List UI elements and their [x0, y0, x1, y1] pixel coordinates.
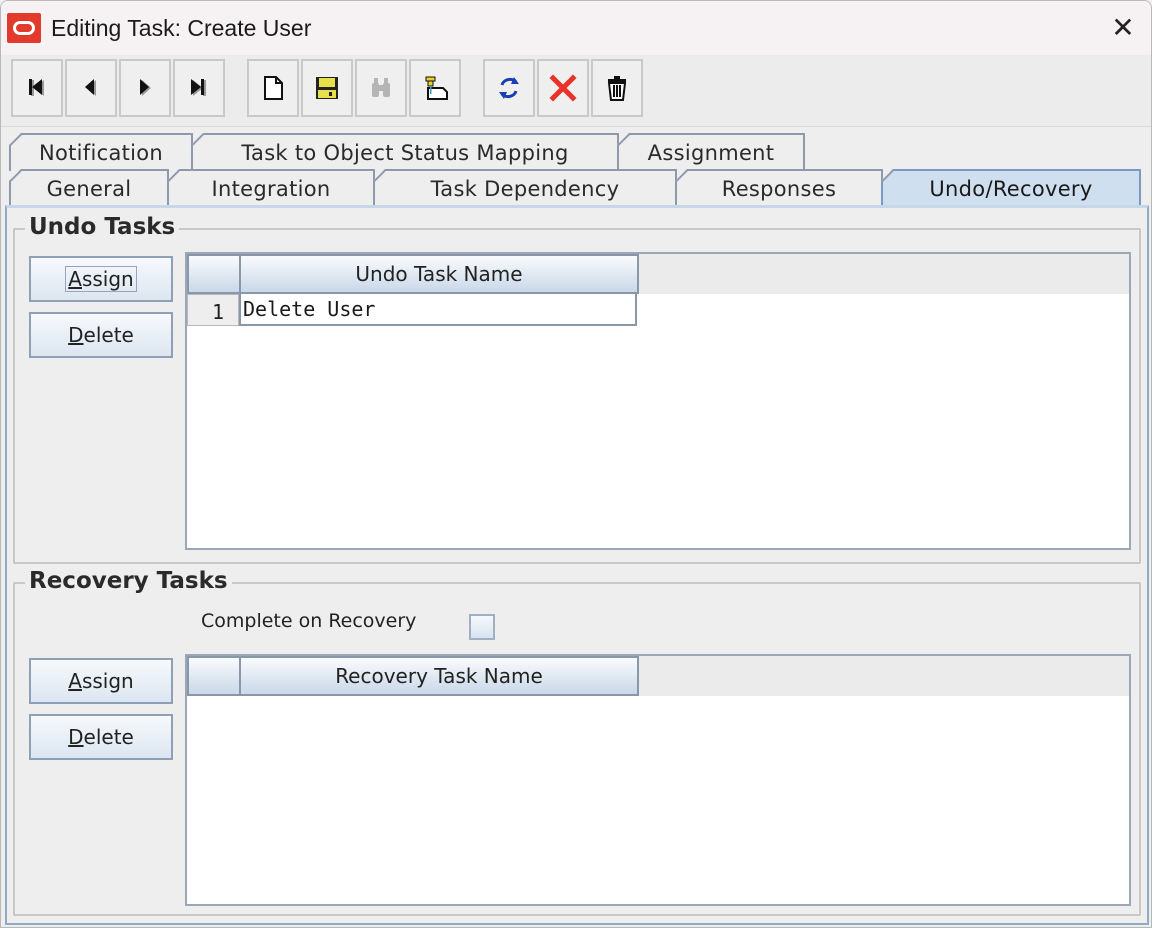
tab-responses[interactable]: Responses [675, 169, 883, 207]
recovery-assign-label: Assign [68, 669, 133, 693]
next-arrow-icon [140, 79, 151, 96]
cancel-button[interactable] [537, 59, 589, 117]
undo-assign-label: Assign [65, 266, 137, 292]
last-record-button[interactable] [173, 59, 225, 117]
row-number-header[interactable] [187, 656, 241, 696]
tab-task-dependency[interactable]: Task Dependency [373, 169, 677, 207]
recovery-tasks-group: Recovery Tasks Complete on Recovery Assi… [13, 568, 1141, 916]
delete-label-rest: elete [83, 323, 134, 347]
undo-tasks-group: Undo Tasks Assign Delete Undo Task Name … [13, 214, 1141, 564]
assign-button[interactable] [409, 59, 461, 117]
row-number-header[interactable] [187, 254, 241, 294]
delete-label-rest: elete [83, 725, 134, 749]
previous-record-button[interactable] [65, 59, 117, 117]
complete-on-recovery-checkbox[interactable] [469, 614, 495, 640]
skip-to-last-icon [191, 79, 206, 96]
row-number: 1 [187, 294, 239, 326]
red-x-icon [549, 74, 577, 102]
tab-general[interactable]: General [9, 169, 169, 207]
title-bar: Editing Task: Create User ✕ [1, 1, 1151, 55]
undo-task-name-cell[interactable]: Delete User [239, 294, 637, 326]
undo-recovery-panel: Undo Tasks Assign Delete Undo Task Name … [5, 205, 1149, 925]
undo-delete-label: Delete [68, 323, 134, 347]
close-icon: ✕ [1111, 10, 1135, 44]
first-record-button[interactable] [11, 59, 63, 117]
recovery-tasks-title: Recovery Tasks [25, 568, 232, 594]
mnemonic-d: D [68, 725, 84, 749]
recovery-delete-label: Delete [68, 725, 134, 749]
table-header: Recovery Task Name [187, 656, 1129, 696]
save-button[interactable] [301, 59, 353, 117]
toolbar [1, 55, 1151, 127]
oracle-logo-icon [7, 13, 41, 43]
find-button[interactable] [355, 59, 407, 117]
complete-on-recovery-label: Complete on Recovery [201, 610, 417, 632]
delete-button[interactable] [591, 59, 643, 117]
mnemonic-d: D [68, 323, 84, 347]
next-record-button[interactable] [119, 59, 171, 117]
undo-delete-button[interactable]: Delete [29, 312, 173, 358]
window-title: Editing Task: Create User [51, 15, 312, 41]
binoculars-icon [372, 78, 390, 97]
table-header: Undo Task Name [187, 254, 1129, 294]
new-document-icon [264, 76, 283, 100]
assign-label-rest: ssign [81, 669, 134, 693]
editing-task-window: Editing Task: Create User ✕ Notification… [0, 0, 1152, 928]
close-button[interactable]: ✕ [1105, 10, 1141, 44]
tab-task-to-object-status-mapping[interactable]: Task to Object Status Mapping [191, 133, 619, 171]
assign-label-rest: ssign [81, 267, 134, 291]
new-button[interactable] [247, 59, 299, 117]
tab-strip: Notification Task to Object Status Mappi… [1, 127, 1151, 207]
undo-tasks-title: Undo Tasks [25, 214, 180, 240]
mnemonic-a: A [68, 267, 82, 291]
recovery-task-name-header[interactable]: Recovery Task Name [239, 656, 639, 696]
floppy-disk-icon [316, 77, 338, 99]
recovery-tasks-table[interactable]: Recovery Task Name [185, 654, 1131, 906]
refresh-arrows-icon [499, 77, 519, 99]
pushpin-note-icon [425, 76, 448, 100]
undo-tasks-table[interactable]: Undo Task Name 1 Delete User [185, 252, 1131, 550]
trash-can-icon [607, 76, 627, 101]
recovery-assign-button[interactable]: Assign [29, 658, 173, 704]
tab-integration[interactable]: Integration [167, 169, 375, 207]
tab-notification[interactable]: Notification [9, 133, 193, 171]
previous-arrow-icon [85, 79, 96, 96]
undo-task-name-header[interactable]: Undo Task Name [239, 254, 639, 294]
skip-to-first-icon [29, 79, 44, 96]
mnemonic-a: A [68, 669, 82, 693]
recovery-delete-button[interactable]: Delete [29, 714, 173, 760]
tab-undo-recovery[interactable]: Undo/Recovery [881, 169, 1141, 207]
refresh-button[interactable] [483, 59, 535, 117]
undo-assign-button[interactable]: Assign [29, 256, 173, 302]
tab-assignment[interactable]: Assignment [617, 133, 805, 171]
